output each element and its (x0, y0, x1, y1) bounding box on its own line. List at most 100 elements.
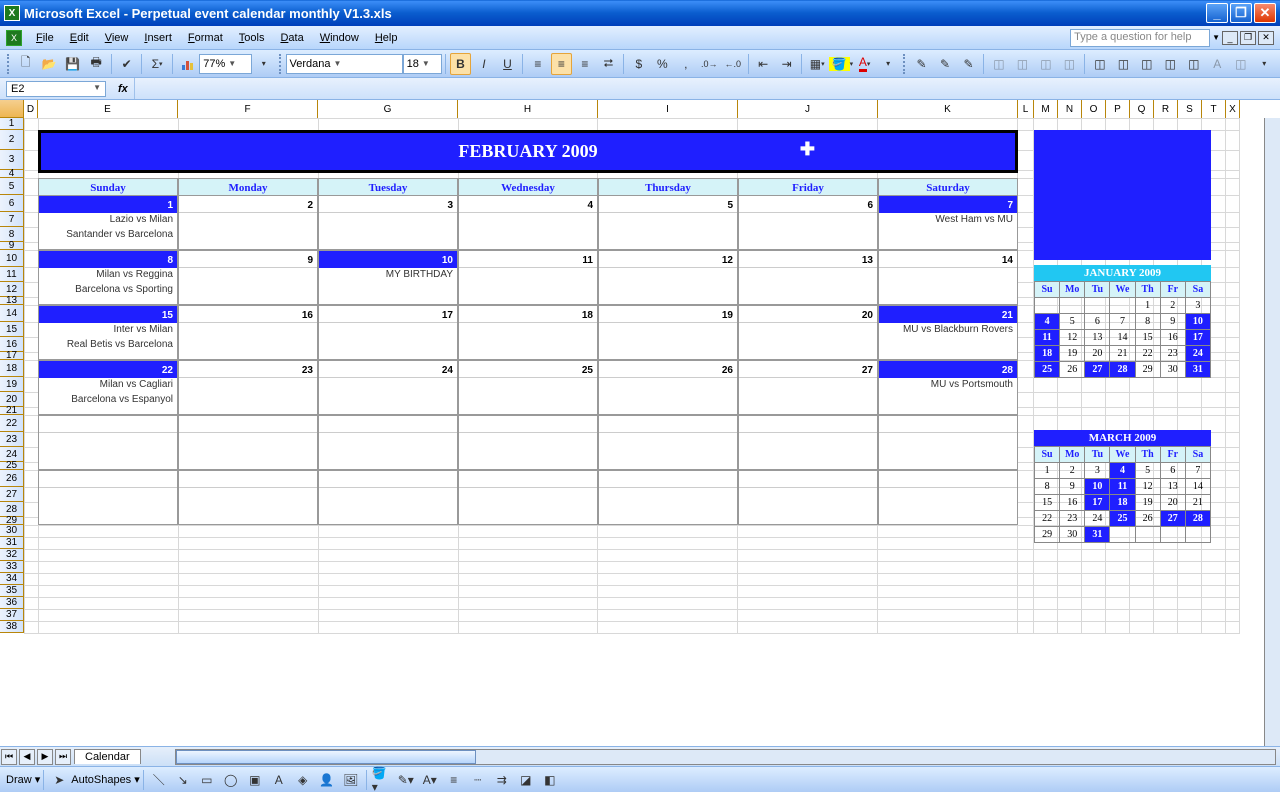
mini-day-cell[interactable]: 13 (1160, 479, 1185, 495)
select-all-corner[interactable] (0, 100, 24, 118)
mini-day-cell[interactable]: 3 (1085, 463, 1110, 479)
day-cell[interactable]: 13 (738, 250, 878, 305)
mdi-close-button[interactable]: ✕ (1258, 31, 1274, 45)
day-cell[interactable]: 4 (458, 195, 598, 250)
mini-day-cell[interactable] (1110, 527, 1135, 543)
font-color-button[interactable]: A▾ (854, 53, 875, 75)
column-header[interactable]: K (878, 100, 1018, 118)
reviewing-button-13[interactable]: A (1207, 53, 1228, 75)
mini-day-cell[interactable]: 15 (1135, 330, 1160, 346)
mini-day-cell[interactable]: 31 (1085, 527, 1110, 543)
column-header[interactable]: P (1106, 100, 1130, 118)
mini-day-cell[interactable]: 24 (1185, 346, 1210, 362)
row-header[interactable]: 30 (0, 525, 24, 537)
reviewing-button-9[interactable]: ◫ (1113, 53, 1134, 75)
increase-decimal-button[interactable]: .0→ (699, 53, 720, 75)
row-header[interactable]: 10 (0, 250, 24, 267)
open-button[interactable]: 📂 (38, 53, 59, 75)
font-combo[interactable]: Verdana▼ (286, 54, 403, 74)
mini-day-cell[interactable]: 31 (1185, 362, 1210, 378)
mini-day-cell[interactable]: 23 (1060, 511, 1085, 527)
reviewing-button-8[interactable]: ◫ (1089, 53, 1110, 75)
menu-edit[interactable]: Edit (62, 29, 97, 47)
reviewing-button-10[interactable]: ◫ (1136, 53, 1157, 75)
mini-day-cell[interactable]: 26 (1060, 362, 1085, 378)
mini-day-cell[interactable]: 26 (1135, 511, 1160, 527)
day-cell[interactable]: 14 (878, 250, 1018, 305)
sheet-tab-calendar[interactable]: Calendar (74, 749, 141, 764)
line-button[interactable]: ＼ (148, 769, 170, 791)
shadow-button[interactable]: ◪ (515, 769, 537, 791)
menu-view[interactable]: View (97, 29, 137, 47)
diagram-button[interactable]: ◈ (292, 769, 314, 791)
reviewing-button-3[interactable]: ✎ (958, 53, 979, 75)
mini-day-cell[interactable]: 18 (1110, 495, 1135, 511)
mini-day-cell[interactable]: 9 (1060, 479, 1085, 495)
rectangle-button[interactable]: ▭ (196, 769, 218, 791)
mini-day-cell[interactable]: 18 (1035, 346, 1060, 362)
day-cell[interactable]: 22Milan vs CagliariBarcelona vs Espanyol (38, 360, 178, 415)
wordart-button[interactable]: A (268, 769, 290, 791)
tab-nav-next-button[interactable]: ▶ (37, 749, 53, 765)
day-cell[interactable]: 7West Ham vs MU (878, 195, 1018, 250)
column-header[interactable]: M (1034, 100, 1058, 118)
oval-button[interactable]: ◯ (220, 769, 242, 791)
menu-format[interactable]: Format (180, 29, 231, 47)
mini-day-cell[interactable]: 3 (1185, 298, 1210, 314)
day-cell[interactable] (318, 470, 458, 525)
row-header[interactable]: 36 (0, 597, 24, 609)
italic-button[interactable]: I (473, 53, 494, 75)
day-cell[interactable] (738, 470, 878, 525)
mini-day-cell[interactable]: 13 (1085, 330, 1110, 346)
day-cell[interactable] (178, 415, 318, 470)
mini-day-cell[interactable]: 30 (1160, 362, 1185, 378)
picture-button[interactable]: 🖼 (340, 769, 362, 791)
day-cell[interactable]: 19 (598, 305, 738, 360)
mini-day-cell[interactable]: 22 (1135, 346, 1160, 362)
mini-day-cell[interactable]: 29 (1135, 362, 1160, 378)
zoom-combo[interactable]: 77%▼ (199, 54, 252, 74)
reviewing-button-6[interactable]: ◫ (1035, 53, 1056, 75)
spellcheck-button[interactable]: ✔ (116, 53, 137, 75)
mini-day-cell[interactable]: 14 (1110, 330, 1135, 346)
mini-day-cell[interactable]: 16 (1160, 330, 1185, 346)
save-button[interactable]: 💾 (62, 53, 83, 75)
row-header[interactable]: 7 (0, 212, 24, 227)
row-header[interactable]: 14 (0, 305, 24, 322)
day-cell[interactable]: 8Milan vs RegginaBarcelona vs Sporting (38, 250, 178, 305)
column-header[interactable]: O (1082, 100, 1106, 118)
textbox-button[interactable]: ▣ (244, 769, 266, 791)
day-cell[interactable] (738, 415, 878, 470)
select-objects-button[interactable]: ➤ (48, 769, 70, 791)
menu-data[interactable]: Data (272, 29, 311, 47)
mini-day-cell[interactable]: 24 (1085, 511, 1110, 527)
toolbar-options-button[interactable]: ▾ (253, 53, 274, 75)
column-header[interactable]: Q (1130, 100, 1154, 118)
reviewing-button-11[interactable]: ◫ (1160, 53, 1181, 75)
row-header[interactable]: 34 (0, 573, 24, 585)
row-header[interactable]: 17 (0, 352, 24, 360)
clipart-button[interactable]: 👤 (316, 769, 338, 791)
row-header[interactable]: 21 (0, 407, 24, 415)
row-header[interactable]: 27 (0, 487, 24, 502)
draw-menu[interactable]: Draw ▾ (6, 773, 40, 786)
mini-day-cell[interactable]: 12 (1060, 330, 1085, 346)
day-cell[interactable] (598, 470, 738, 525)
align-center-button[interactable]: ≡ (551, 53, 572, 75)
day-cell[interactable]: 20 (738, 305, 878, 360)
mini-day-cell[interactable]: 5 (1060, 314, 1085, 330)
row-header[interactable]: 26 (0, 470, 24, 487)
day-cell[interactable] (878, 415, 1018, 470)
row-header[interactable]: 32 (0, 549, 24, 561)
mini-day-cell[interactable]: 28 (1185, 511, 1210, 527)
column-header[interactable]: F (178, 100, 318, 118)
menu-file[interactable]: File (28, 29, 62, 47)
tab-nav-prev-button[interactable]: ◀ (19, 749, 35, 765)
worksheet[interactable]: DEFGHIJKLMNOPQRSTX 123456789101112131415… (0, 100, 1280, 746)
menu-tools[interactable]: Tools (231, 29, 273, 47)
day-cell[interactable] (38, 470, 178, 525)
autoshapes-menu[interactable]: AutoShapes ▾ (71, 773, 140, 786)
mini-day-cell[interactable]: 17 (1185, 330, 1210, 346)
day-cell[interactable]: 10MY BIRTHDAY (318, 250, 458, 305)
day-cell[interactable]: 23 (178, 360, 318, 415)
